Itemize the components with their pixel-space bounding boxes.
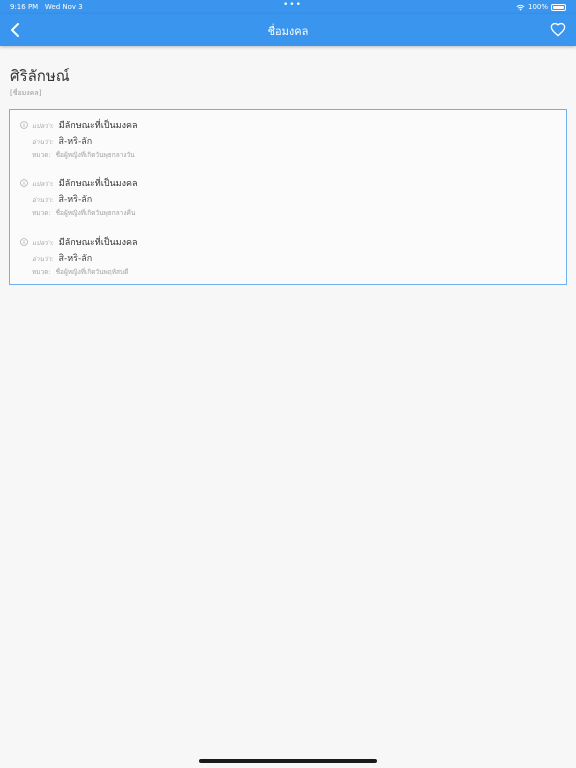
word-title: ศิริลักษณ์	[10, 67, 70, 85]
word-category: [ชื่อมงคล]	[10, 89, 42, 97]
reading-label: อ่านว่า:	[32, 196, 54, 204]
meaning-label: แปลว่า:	[32, 122, 54, 130]
reading-label: อ่านว่า:	[32, 138, 54, 146]
nav-title: ชื่อมงคล	[267, 25, 309, 38]
nav-bar: ชื่อมงคล	[0, 14, 576, 46]
info-icon	[20, 179, 28, 187]
reading-text: สิ-หริ-ลัก	[58, 137, 93, 147]
meaning-text: มีลักษณะที่เป็นมงคล	[58, 238, 138, 248]
meaning-card: แปลว่า: มีลักษณะที่เป็นมงคล อ่านว่า: สิ-…	[9, 109, 567, 285]
category-text: ชื่อผู้หญิงที่เกิดวันพุธกลางคืน	[55, 209, 136, 217]
multitasking-dots[interactable]: •••	[283, 0, 302, 10]
meaning-text: มีลักษณะที่เป็นมงคล	[58, 121, 138, 131]
status-time: 9:16 PM Wed Nov 3	[10, 3, 83, 11]
meaning-entry: แปลว่า: มีลักษณะที่เป็นมงคล อ่านว่า: สิ-…	[10, 170, 566, 226]
status-right: 100%	[516, 3, 566, 11]
info-icon	[20, 238, 28, 246]
reading-text: สิ-หริ-ลัก	[58, 195, 93, 205]
category-label: หมวด:	[32, 151, 51, 159]
meaning-text: มีลักษณะที่เป็นมงคล	[58, 179, 138, 189]
category-label: หมวด:	[32, 209, 51, 217]
category-text: ชื่อผู้หญิงที่เกิดวันพุธกลางวัน	[55, 151, 135, 159]
meaning-label: แปลว่า:	[32, 180, 54, 188]
reading-label: อ่านว่า:	[32, 255, 54, 263]
battery-percent: 100%	[527, 3, 548, 11]
meaning-entry: แปลว่า: มีลักษณะที่เป็นมงคล อ่านว่า: สิ-…	[10, 229, 566, 285]
reading-text: สิ-หริ-ลัก	[58, 254, 93, 264]
meaning-label: แปลว่า:	[32, 239, 54, 247]
meaning-entry: แปลว่า: มีลักษณะที่เป็นมงคล อ่านว่า: สิ-…	[10, 112, 566, 168]
home-indicator[interactable]	[199, 759, 377, 763]
info-icon	[20, 121, 28, 129]
wifi-icon	[516, 4, 525, 11]
category-text: ชื่อผู้หญิงที่เกิดวันพฤหัสบดี	[55, 268, 129, 276]
status-bar: 9:16 PM Wed Nov 3 ••• 100%	[0, 0, 576, 14]
heart-icon[interactable]	[550, 22, 566, 38]
battery-icon	[551, 3, 566, 11]
category-label: หมวด:	[32, 268, 51, 276]
